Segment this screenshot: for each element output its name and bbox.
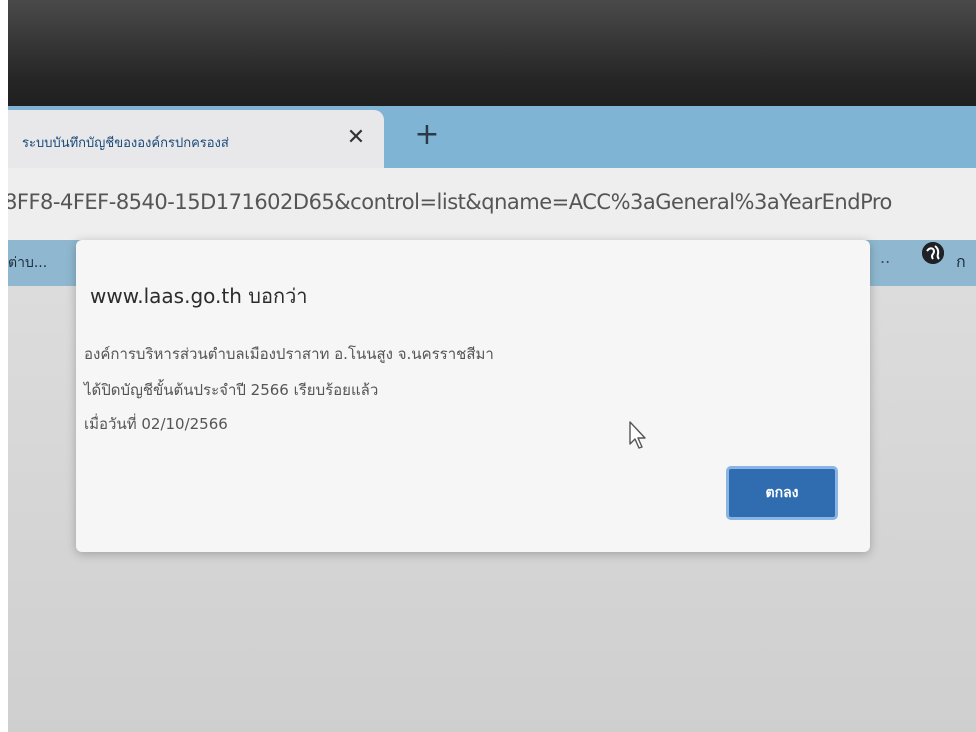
- dialog-message-line: องค์การบริหารส่วนตำบลเมืองปราสาท อ.โนนสู…: [84, 345, 494, 363]
- photo-frame: ระบบบันทึกบัญชีขององค์กรปกครองส่ ✕ + 8FF…: [0, 0, 976, 732]
- dialog-origin: www.laas.go.th บอกว่า: [90, 284, 308, 308]
- bookmark-overflow[interactable]: ..: [880, 248, 890, 267]
- photo-margin: [0, 0, 8, 732]
- alert-dialog: www.laas.go.th บอกว่า องค์การบริหารส่วนต…: [76, 240, 870, 552]
- browser-window: ระบบบันทึกบัญชีขององค์กรปกครองส่ ✕ + 8FF…: [8, 106, 976, 732]
- url-text: 8FF8-4FEF-8540-15D171602D65&control=list…: [8, 190, 892, 214]
- monitor-bezel: [0, 0, 976, 112]
- ok-button[interactable]: ตกลง: [726, 466, 838, 520]
- bookmark-item[interactable]: ต่าบ...: [8, 252, 47, 274]
- tab-strip: ระบบบันทึกบัญชีขององค์กรปกครองส่ ✕ +: [8, 106, 976, 168]
- mouse-pointer-icon: [629, 421, 646, 449]
- bookmark-item-right[interactable]: ก: [956, 250, 966, 275]
- dialog-message-line: เมื่อวันที่ 02/10/2566: [84, 415, 228, 433]
- close-tab-icon[interactable]: ✕: [342, 124, 370, 152]
- new-tab-button[interactable]: +: [412, 120, 442, 150]
- dialog-message-line: ได้ปิดบัญชีขั้นต้นประจำปี 2566 เรียบร้อย…: [84, 381, 379, 399]
- globe-icon-svg: [922, 242, 944, 264]
- globe-icon[interactable]: [922, 242, 944, 264]
- address-bar[interactable]: 8FF8-4FEF-8540-15D171602D65&control=list…: [8, 168, 976, 241]
- browser-tab[interactable]: ระบบบันทึกบัญชีขององค์กรปกครองส่ ✕: [8, 110, 384, 168]
- tab-title: ระบบบันทึกบัญชีขององค์กรปกครองส่: [22, 136, 229, 151]
